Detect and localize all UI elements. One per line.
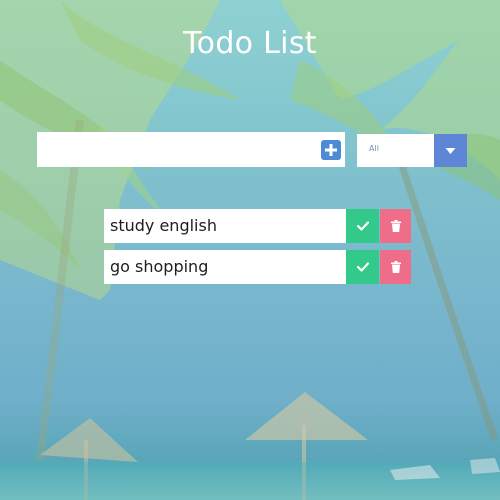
todo-list: study english go shopping	[104, 209, 411, 291]
add-todo-button[interactable]	[321, 140, 341, 160]
plus-square-icon	[325, 144, 337, 156]
delete-button[interactable]	[380, 209, 411, 243]
page-title: Todo List	[183, 26, 317, 61]
todo-item: study english	[104, 209, 411, 243]
complete-button[interactable]	[346, 250, 379, 284]
delete-button[interactable]	[380, 250, 411, 284]
check-icon	[356, 221, 369, 231]
todo-text: go shopping	[104, 250, 346, 284]
complete-button[interactable]	[346, 209, 379, 243]
todo-item: go shopping	[104, 250, 411, 284]
todo-text: study english	[104, 209, 346, 243]
add-todo-form	[37, 132, 345, 167]
filter-dropdown-toggle[interactable]	[434, 134, 467, 167]
filter-selected-value: All	[369, 144, 379, 153]
trash-icon	[390, 261, 401, 273]
check-icon	[356, 262, 369, 272]
caret-down-icon	[445, 148, 456, 154]
todo-input[interactable]	[37, 132, 317, 167]
trash-icon	[390, 220, 401, 232]
filter-select[interactable]: All	[357, 134, 467, 167]
